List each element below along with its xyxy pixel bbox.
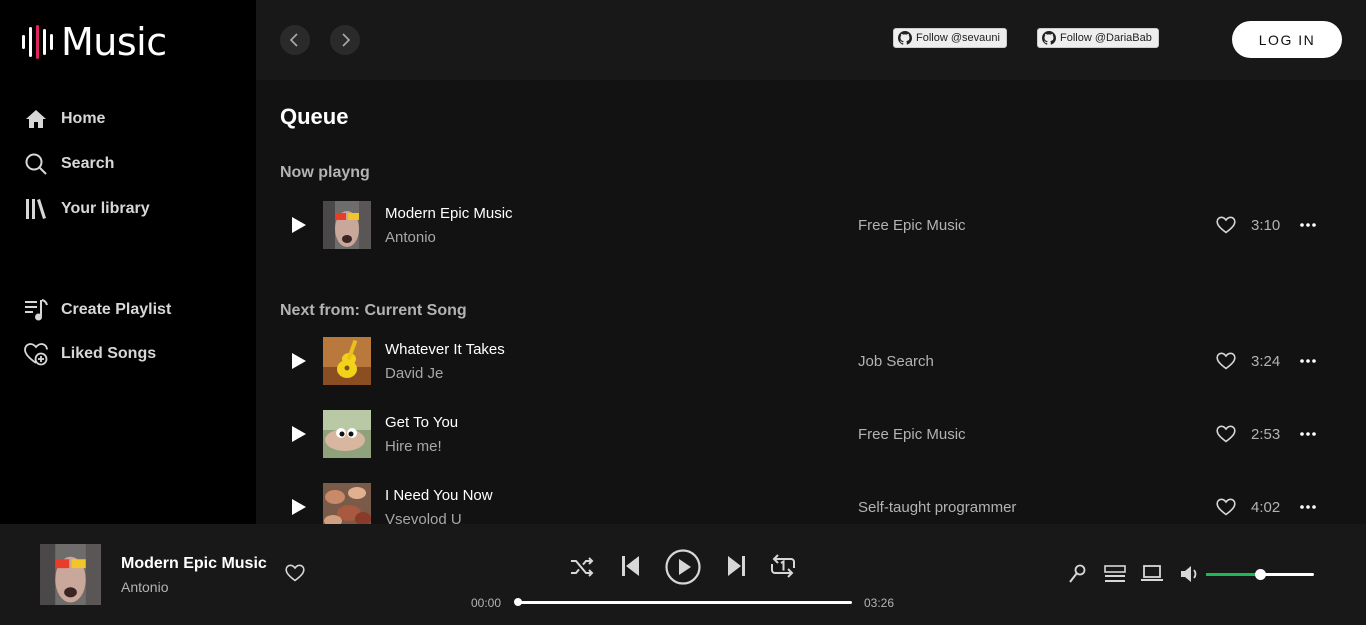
track-album[interactable]: Self-taught programmer xyxy=(858,499,1016,516)
now-playing-cover xyxy=(40,544,101,605)
track-row[interactable]: Get To You Hire me! Free Epic Music 2:53 xyxy=(280,410,1320,458)
play-icon[interactable] xyxy=(292,217,306,233)
next-icon[interactable] xyxy=(727,555,745,577)
back-button[interactable] xyxy=(280,25,310,55)
track-duration: 4:02 xyxy=(1251,499,1281,516)
time-current: 00:00 xyxy=(471,596,502,610)
github-follow-label: Follow @sevauni xyxy=(916,32,1000,44)
create-playlist-label: Create Playlist xyxy=(61,301,172,318)
album-cover xyxy=(323,483,371,524)
play-icon[interactable] xyxy=(292,353,306,369)
logo[interactable]: Music xyxy=(22,20,167,64)
previous-icon[interactable] xyxy=(622,555,640,577)
track-duration: 3:10 xyxy=(1251,217,1281,234)
heart-icon[interactable] xyxy=(285,564,305,582)
search-icon xyxy=(25,153,47,175)
queue-icon[interactable] xyxy=(1104,565,1126,583)
forward-button[interactable] xyxy=(330,25,360,55)
shuffle-icon[interactable] xyxy=(570,556,594,578)
volume-handle[interactable] xyxy=(1255,569,1266,580)
player-bar: Modern Epic Music Antonio 00:00 03:26 xyxy=(0,524,1366,625)
sidebar: Music Home Search Your library Create Pl… xyxy=(0,0,256,524)
music-app: Music Home Search Your library Create Pl… xyxy=(0,0,1366,625)
home-icon xyxy=(26,110,46,128)
heart-icon[interactable] xyxy=(1216,216,1236,234)
progress-handle[interactable] xyxy=(514,598,522,606)
chevron-right-icon xyxy=(342,33,351,47)
more-options-icon[interactable] xyxy=(1299,426,1317,442)
library-icon xyxy=(26,199,46,219)
volume-level xyxy=(1206,573,1260,576)
heart-icon[interactable] xyxy=(1216,425,1236,443)
heart-plus-icon xyxy=(24,343,48,366)
liked-songs-button[interactable]: Liked Songs xyxy=(24,342,156,366)
nav-home-label: Home xyxy=(61,110,106,127)
track-artist[interactable]: Vsevolod U xyxy=(385,511,462,524)
playlist-add-icon xyxy=(25,299,48,321)
nav-library[interactable]: Your library xyxy=(24,197,150,221)
track-album[interactable]: Free Epic Music xyxy=(858,426,966,443)
progress-bar[interactable] xyxy=(518,601,852,604)
volume-icon[interactable] xyxy=(1180,564,1202,584)
track-row[interactable]: I Need You Now Vsevolod U Self-taught pr… xyxy=(280,483,1320,524)
top-bar: Follow @sevauni Follow @DariaBab LOG IN xyxy=(256,0,1366,80)
chevron-left-icon xyxy=(289,33,298,47)
track-album[interactable]: Free Epic Music xyxy=(858,217,966,234)
logo-text: Music xyxy=(61,20,167,64)
track-duration: 2:53 xyxy=(1251,426,1281,443)
logo-icon xyxy=(22,22,53,62)
heart-icon[interactable] xyxy=(1216,498,1236,516)
github-follow-button[interactable]: Follow @DariaBab xyxy=(1037,28,1159,48)
play-icon[interactable] xyxy=(292,499,306,515)
more-options-icon[interactable] xyxy=(1299,353,1317,369)
now-playing-heading: Now playng xyxy=(280,164,370,181)
now-playing-artist[interactable]: Antonio xyxy=(121,579,168,595)
track-name[interactable]: Whatever It Takes xyxy=(385,341,505,358)
device-icon[interactable] xyxy=(1141,565,1163,583)
queue-view: Queue Now playng Modern Epic Music Anton… xyxy=(256,80,1366,524)
track-duration: 3:24 xyxy=(1251,353,1281,370)
nav-home[interactable]: Home xyxy=(24,107,105,131)
album-cover xyxy=(323,410,371,458)
album-cover xyxy=(323,337,371,385)
nav-library-label: Your library xyxy=(61,200,150,217)
create-playlist-button[interactable]: Create Playlist xyxy=(24,298,171,322)
track-row[interactable]: Whatever It Takes David Je Job Search 3:… xyxy=(280,337,1320,385)
lyrics-mic-icon[interactable] xyxy=(1068,564,1086,584)
album-cover xyxy=(323,201,371,249)
track-artist[interactable]: Hire me! xyxy=(385,438,442,455)
github-icon xyxy=(898,31,912,45)
nav-search-label: Search xyxy=(61,155,115,172)
login-button[interactable]: LOG IN xyxy=(1232,21,1342,58)
github-icon xyxy=(1042,31,1056,45)
heart-icon[interactable] xyxy=(1216,352,1236,370)
repeat-one-icon[interactable] xyxy=(770,554,796,578)
track-name[interactable]: I Need You Now xyxy=(385,487,493,504)
more-options-icon[interactable] xyxy=(1299,499,1317,515)
nav-search[interactable]: Search xyxy=(24,152,114,176)
time-total: 03:26 xyxy=(864,596,895,610)
play-icon[interactable] xyxy=(292,426,306,442)
github-follow-button[interactable]: Follow @sevauni xyxy=(893,28,1007,48)
track-album[interactable]: Job Search xyxy=(858,353,934,370)
track-row[interactable]: Modern Epic Music Antonio Free Epic Musi… xyxy=(280,201,1320,249)
github-follow-label: Follow @DariaBab xyxy=(1060,32,1152,44)
track-artist[interactable]: David Je xyxy=(385,365,443,382)
track-artist[interactable]: Antonio xyxy=(385,229,436,246)
page-title: Queue xyxy=(280,104,349,129)
play-pause-icon[interactable] xyxy=(665,549,701,585)
now-playing-title[interactable]: Modern Epic Music xyxy=(121,555,267,573)
more-options-icon[interactable] xyxy=(1299,217,1317,233)
liked-songs-label: Liked Songs xyxy=(61,345,157,362)
track-name[interactable]: Get To You xyxy=(385,414,458,431)
next-from-heading: Next from: Current Song xyxy=(280,302,467,319)
track-name[interactable]: Modern Epic Music xyxy=(385,205,513,222)
